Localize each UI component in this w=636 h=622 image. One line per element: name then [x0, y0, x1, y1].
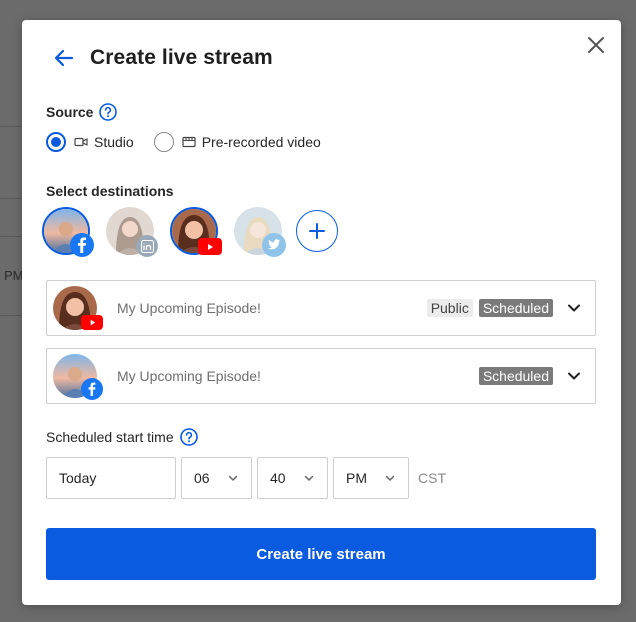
close-icon[interactable] — [585, 34, 607, 56]
source-label-text: Source — [46, 104, 94, 120]
create-live-stream-button[interactable]: Create live stream — [46, 528, 596, 580]
background-text: PM — [4, 268, 24, 283]
episode-avatar — [53, 354, 103, 400]
episode-title: My Upcoming Episode! — [117, 300, 261, 316]
prerecorded-label: Pre-recorded video — [201, 134, 321, 150]
add-destination-button[interactable] — [296, 210, 338, 252]
destination-linkedin[interactable] — [106, 207, 158, 257]
plus-icon — [309, 223, 325, 239]
youtube-icon — [81, 315, 103, 330]
destination-youtube[interactable] — [170, 207, 222, 255]
episode-row-facebook[interactable]: My Upcoming Episode! Scheduled — [46, 348, 596, 404]
linkedin-icon — [136, 235, 158, 257]
schedule-fields: Today 06 40 PM CST — [46, 457, 446, 499]
facebook-icon — [70, 233, 94, 257]
hour-value: 06 — [194, 470, 210, 486]
period-value: PM — [346, 470, 367, 486]
prerecorded-radio[interactable] — [153, 132, 174, 152]
chevron-down-icon[interactable] — [565, 299, 583, 317]
chevron-down-icon — [228, 475, 238, 482]
schedule-label-text: Scheduled start time — [46, 429, 174, 445]
date-input[interactable]: Today — [46, 457, 176, 499]
minute-select[interactable]: 40 — [257, 457, 328, 499]
minute-value: 40 — [270, 470, 286, 486]
chevron-down-icon[interactable] — [565, 367, 583, 385]
twitter-icon — [262, 233, 286, 257]
facebook-icon — [81, 378, 103, 400]
episode-title: My Upcoming Episode! — [117, 368, 261, 384]
background-divider — [0, 236, 22, 237]
back-arrow-icon[interactable] — [52, 46, 76, 70]
destination-facebook[interactable] — [42, 207, 94, 257]
background-divider — [0, 315, 22, 316]
modal-header: Create live stream — [52, 46, 273, 70]
camera-icon — [74, 137, 88, 147]
status-badge: Scheduled — [478, 299, 553, 317]
clapperboard-icon — [182, 136, 196, 148]
status-badge: Scheduled — [478, 367, 553, 385]
help-icon[interactable] — [179, 428, 198, 446]
destination-twitter[interactable] — [234, 207, 286, 257]
source-option-studio[interactable]: Studio — [46, 132, 134, 152]
destinations-label: Select destinations — [46, 183, 174, 199]
period-select[interactable]: PM — [333, 457, 409, 499]
source-options: Studio Pre-recorded video — [46, 132, 341, 152]
background-divider — [0, 126, 22, 127]
studio-radio[interactable] — [46, 132, 66, 152]
youtube-icon — [198, 238, 222, 255]
help-icon[interactable] — [99, 103, 118, 121]
schedule-label: Scheduled start time — [46, 428, 198, 446]
timezone-label: CST — [418, 470, 446, 486]
source-label: Source — [46, 103, 118, 121]
hour-select[interactable]: 06 — [181, 457, 252, 499]
episode-avatar — [53, 286, 103, 330]
chevron-down-icon — [385, 475, 395, 482]
privacy-badge: Public — [426, 299, 473, 317]
studio-label: Studio — [94, 134, 134, 150]
episode-row-youtube[interactable]: My Upcoming Episode! Public Scheduled — [46, 280, 596, 336]
chevron-down-icon — [304, 475, 314, 482]
destinations-row — [42, 207, 338, 257]
create-live-stream-modal: Create live stream Source Studio Pre-rec… — [22, 20, 621, 605]
modal-title: Create live stream — [90, 46, 273, 69]
source-option-prerecorded[interactable]: Pre-recorded video — [153, 132, 321, 152]
date-value: Today — [59, 470, 97, 486]
background-divider — [0, 198, 22, 199]
